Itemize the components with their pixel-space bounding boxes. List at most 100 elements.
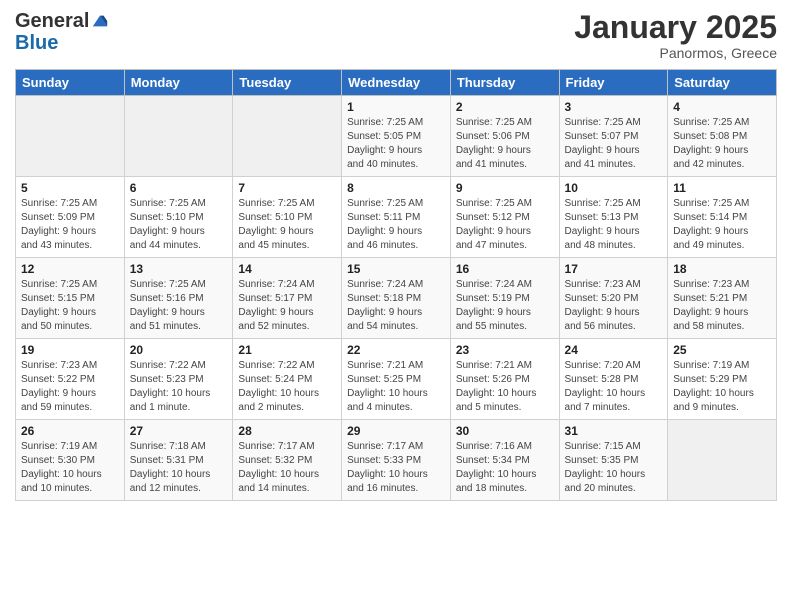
calendar-cell: 21 Sunrise: 7:22 AM Sunset: 5:24 PM Dayli… [233, 339, 342, 420]
calendar-cell: 27 Sunrise: 7:18 AM Sunset: 5:31 PM Dayli… [124, 420, 233, 501]
calendar-cell: 8Sunrise: 7:25 AM Sunset: 5:11 PM Daylig… [342, 177, 451, 258]
day-info: Sunrise: 7:19 AM Sunset: 5:30 PM Dayligh… [21, 440, 119, 496]
calendar-cell: 2 Sunrise: 7:25 AM Sunset: 5:06 PM Daylig… [450, 96, 559, 177]
day-info: Sunrise: 7:25 AM Sunset: 5:11 PM Dayligh… [347, 197, 445, 253]
calendar-cell: 24 Sunrise: 7:20 AM Sunset: 5:28 PM Dayli… [559, 339, 668, 420]
day-info: Sunrise: 7:17 AM Sunset: 5:33 PM Dayligh… [347, 440, 445, 496]
day-info: Sunrise: 7:17 AM Sunset: 5:32 PM Dayligh… [238, 440, 336, 496]
day-info: Sunrise: 7:25 AM Sunset: 5:09 PM Dayligh… [21, 197, 119, 253]
calendar-cell: 30 Sunrise: 7:16 AM Sunset: 5:34 PM Dayli… [450, 420, 559, 501]
weekday-header-wednesday: Wednesday [342, 70, 451, 96]
logo-general-text: General [15, 10, 89, 32]
day-number: 10 [565, 181, 663, 195]
calendar-cell: 16Sunrise: 7:24 AM Sunset: 5:19 PM Dayli… [450, 258, 559, 339]
calendar-week-row: 5 Sunrise: 7:25 AM Sunset: 5:09 PM Daylig… [16, 177, 777, 258]
day-info: Sunrise: 7:25 AM Sunset: 5:05 PM Dayligh… [347, 116, 445, 172]
weekday-header-thursday: Thursday [450, 70, 559, 96]
weekday-header-saturday: Saturday [668, 70, 777, 96]
day-number: 15 [347, 262, 445, 276]
day-info: Sunrise: 7:23 AM Sunset: 5:22 PM Dayligh… [21, 359, 119, 415]
calendar-cell: 9 Sunrise: 7:25 AM Sunset: 5:12 PM Daylig… [450, 177, 559, 258]
day-info: Sunrise: 7:22 AM Sunset: 5:23 PM Dayligh… [130, 359, 228, 415]
weekday-header-tuesday: Tuesday [233, 70, 342, 96]
calendar-cell: 20Sunrise: 7:22 AM Sunset: 5:23 PM Dayli… [124, 339, 233, 420]
day-number: 16 [456, 262, 554, 276]
day-info: Sunrise: 7:21 AM Sunset: 5:26 PM Dayligh… [456, 359, 554, 415]
calendar-cell: 10Sunrise: 7:25 AM Sunset: 5:13 PM Dayli… [559, 177, 668, 258]
calendar-cell: 15 Sunrise: 7:24 AM Sunset: 5:18 PM Dayli… [342, 258, 451, 339]
day-info: Sunrise: 7:23 AM Sunset: 5:20 PM Dayligh… [565, 278, 663, 334]
day-number: 5 [21, 181, 119, 195]
day-number: 29 [347, 424, 445, 438]
calendar-cell: 6Sunrise: 7:25 AM Sunset: 5:10 PM Daylig… [124, 177, 233, 258]
calendar-week-row: 12 Sunrise: 7:25 AM Sunset: 5:15 PM Dayli… [16, 258, 777, 339]
day-number: 23 [456, 343, 554, 357]
day-info: Sunrise: 7:25 AM Sunset: 5:12 PM Dayligh… [456, 197, 554, 253]
day-number: 30 [456, 424, 554, 438]
day-info: Sunrise: 7:25 AM Sunset: 5:08 PM Dayligh… [673, 116, 771, 172]
day-number: 17 [565, 262, 663, 276]
calendar-cell: 4 Sunrise: 7:25 AM Sunset: 5:08 PM Daylig… [668, 96, 777, 177]
day-number: 12 [21, 262, 119, 276]
day-info: Sunrise: 7:19 AM Sunset: 5:29 PM Dayligh… [673, 359, 771, 415]
day-info: Sunrise: 7:24 AM Sunset: 5:17 PM Dayligh… [238, 278, 336, 334]
day-number: 9 [456, 181, 554, 195]
title-block: January 2025 Panormos, Greece [574, 10, 777, 61]
calendar-cell: 17 Sunrise: 7:23 AM Sunset: 5:20 PM Dayli… [559, 258, 668, 339]
day-info: Sunrise: 7:24 AM Sunset: 5:18 PM Dayligh… [347, 278, 445, 334]
day-info: Sunrise: 7:20 AM Sunset: 5:28 PM Dayligh… [565, 359, 663, 415]
day-number: 26 [21, 424, 119, 438]
day-info: Sunrise: 7:25 AM Sunset: 5:15 PM Dayligh… [21, 278, 119, 334]
day-info: Sunrise: 7:18 AM Sunset: 5:31 PM Dayligh… [130, 440, 228, 496]
location: Panormos, Greece [574, 45, 777, 61]
day-number: 19 [21, 343, 119, 357]
day-info: Sunrise: 7:25 AM Sunset: 5:10 PM Dayligh… [238, 197, 336, 253]
calendar-table: SundayMondayTuesdayWednesdayThursdayFrid… [15, 69, 777, 501]
calendar-week-row: 1 Sunrise: 7:25 AM Sunset: 5:05 PM Daylig… [16, 96, 777, 177]
day-info: Sunrise: 7:21 AM Sunset: 5:25 PM Dayligh… [347, 359, 445, 415]
logo-blue-text: Blue [15, 32, 58, 54]
day-number: 1 [347, 100, 445, 114]
day-number: 31 [565, 424, 663, 438]
calendar-cell: 12 Sunrise: 7:25 AM Sunset: 5:15 PM Dayli… [16, 258, 125, 339]
day-number: 2 [456, 100, 554, 114]
weekday-header-friday: Friday [559, 70, 668, 96]
header: General Blue January 2025 Panormos, Gree… [15, 10, 777, 61]
day-number: 4 [673, 100, 771, 114]
logo-icon [91, 12, 109, 30]
day-number: 18 [673, 262, 771, 276]
calendar-cell: 11 Sunrise: 7:25 AM Sunset: 5:14 PM Dayli… [668, 177, 777, 258]
calendar-cell [668, 420, 777, 501]
day-number: 21 [238, 343, 336, 357]
weekday-header-row: SundayMondayTuesdayWednesdayThursdayFrid… [16, 70, 777, 96]
day-number: 27 [130, 424, 228, 438]
calendar-cell: 23 Sunrise: 7:21 AM Sunset: 5:26 PM Dayli… [450, 339, 559, 420]
calendar-cell: 13Sunrise: 7:25 AM Sunset: 5:16 PM Dayli… [124, 258, 233, 339]
page-container: General Blue January 2025 Panormos, Gree… [0, 0, 792, 506]
day-info: Sunrise: 7:25 AM Sunset: 5:10 PM Dayligh… [130, 197, 228, 253]
month-title: January 2025 [574, 10, 777, 45]
day-number: 11 [673, 181, 771, 195]
day-info: Sunrise: 7:25 AM Sunset: 5:16 PM Dayligh… [130, 278, 228, 334]
weekday-header-sunday: Sunday [16, 70, 125, 96]
calendar-cell [16, 96, 125, 177]
day-info: Sunrise: 7:25 AM Sunset: 5:14 PM Dayligh… [673, 197, 771, 253]
day-info: Sunrise: 7:23 AM Sunset: 5:21 PM Dayligh… [673, 278, 771, 334]
day-number: 25 [673, 343, 771, 357]
weekday-header-monday: Monday [124, 70, 233, 96]
calendar-cell [124, 96, 233, 177]
calendar-cell: 3Sunrise: 7:25 AM Sunset: 5:07 PM Daylig… [559, 96, 668, 177]
calendar-cell: 14Sunrise: 7:24 AM Sunset: 5:17 PM Dayli… [233, 258, 342, 339]
calendar-cell: 5 Sunrise: 7:25 AM Sunset: 5:09 PM Daylig… [16, 177, 125, 258]
day-info: Sunrise: 7:22 AM Sunset: 5:24 PM Dayligh… [238, 359, 336, 415]
day-number: 7 [238, 181, 336, 195]
calendar-cell: 19 Sunrise: 7:23 AM Sunset: 5:22 PM Dayli… [16, 339, 125, 420]
calendar-cell: 28Sunrise: 7:17 AM Sunset: 5:32 PM Dayli… [233, 420, 342, 501]
day-number: 24 [565, 343, 663, 357]
calendar-cell [233, 96, 342, 177]
calendar-cell: 26 Sunrise: 7:19 AM Sunset: 5:30 PM Dayli… [16, 420, 125, 501]
calendar-cell: 22Sunrise: 7:21 AM Sunset: 5:25 PM Dayli… [342, 339, 451, 420]
day-info: Sunrise: 7:16 AM Sunset: 5:34 PM Dayligh… [456, 440, 554, 496]
calendar-cell: 7 Sunrise: 7:25 AM Sunset: 5:10 PM Daylig… [233, 177, 342, 258]
day-info: Sunrise: 7:25 AM Sunset: 5:06 PM Dayligh… [456, 116, 554, 172]
